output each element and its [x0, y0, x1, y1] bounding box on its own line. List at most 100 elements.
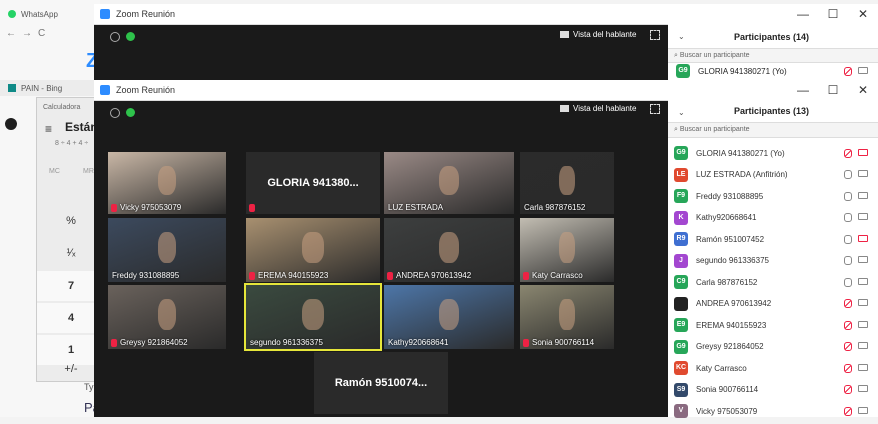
video-tile[interactable]: GLORIA 941380... [246, 152, 380, 214]
tile-name-label: EREMA 940155923 [258, 271, 329, 280]
hamburger-icon[interactable]: ≡ [45, 122, 52, 136]
participant-name: Freddy 931088895 [696, 191, 764, 201]
camera-icon[interactable] [858, 385, 868, 392]
security-shield-icon[interactable] [126, 32, 135, 41]
collapse-chevron-icon[interactable]: ⌄ [678, 108, 685, 117]
search-placeholder: Buscar un participante [679, 126, 750, 133]
mic-muted-icon[interactable] [844, 299, 852, 308]
row-icons [844, 191, 868, 201]
mic-muted-icon[interactable] [844, 363, 852, 373]
camera-icon[interactable] [858, 213, 868, 220]
camera-icon[interactable] [858, 320, 868, 328]
maximize-button[interactable]: ☐ [818, 80, 848, 100]
tab-whatsapp[interactable]: WhatsApp [0, 6, 100, 22]
zoom-back-title: Zoom Reunión [116, 9, 176, 19]
video-tile[interactable]: ANDREA 970613942 [384, 218, 514, 282]
fullscreen-icon[interactable] [650, 30, 660, 40]
avatar: E9 [674, 318, 688, 332]
video-tile[interactable]: Greysy 921864052 [108, 285, 226, 349]
mic-icon[interactable] [844, 213, 852, 222]
participants-title: Participantes (13) [734, 106, 810, 116]
mic-muted-icon[interactable] [844, 342, 852, 351]
camera-icon[interactable] [858, 170, 868, 177]
camera-icon[interactable] [858, 256, 868, 263]
video-tile[interactable]: Kathy920668641 [384, 285, 514, 349]
avatar: LE [674, 167, 688, 182]
mic-muted-icon[interactable] [844, 406, 852, 416]
mic-icon[interactable] [844, 256, 852, 265]
tab-whatsapp-label: WhatsApp [21, 9, 58, 19]
participants-title-back: Participantes (14) [734, 32, 810, 42]
camera-off-icon[interactable] [858, 148, 868, 156]
mic-muted-icon [523, 339, 529, 347]
camera-icon[interactable] [858, 191, 868, 199]
mic-icon[interactable] [844, 191, 852, 201]
search-field-back[interactable]: ⌕ Buscar un participante [668, 48, 878, 63]
camera-icon[interactable] [858, 66, 868, 74]
row-icons [844, 256, 868, 265]
memory-clear-button[interactable]: MC [49, 168, 60, 175]
person-silhouette [559, 232, 575, 263]
calculator-window: Calculadora ≡ Están 8 ÷ 4 + 4 ÷ MC MR % … [36, 97, 105, 382]
avatar: J [674, 253, 688, 268]
row-icons [844, 363, 868, 373]
minimize-button[interactable]: — [788, 4, 818, 24]
video-tile[interactable]: Sonia 900766114 [520, 285, 614, 349]
zoom-window-back: Zoom Reunión — ☐ ✕ Vista del hablante ⌄ … [94, 4, 878, 80]
video-tile[interactable]: Vicky 975053079 [108, 152, 226, 214]
video-tile[interactable]: segundo 961336375 [244, 283, 382, 351]
memory-recall-button[interactable]: MR [83, 168, 94, 175]
row-icons [844, 277, 868, 287]
search-icon: ⌕ [674, 126, 678, 133]
calculator-title: Calculadora [43, 104, 81, 111]
close-button[interactable]: ✕ [848, 80, 878, 100]
speaker-view-button[interactable]: Vista del hablante [560, 30, 636, 39]
grid-icon [560, 31, 569, 38]
camera-off-icon[interactable] [858, 234, 868, 242]
video-tile[interactable]: Ramón 9510074... [314, 352, 448, 414]
avatar: V [674, 404, 688, 418]
info-icon[interactable] [110, 32, 120, 42]
camera-icon[interactable] [858, 406, 868, 414]
camera-icon[interactable] [858, 342, 868, 349]
calculator-mode: Están [65, 120, 98, 134]
participant-name: GLORIA 941380271 (Yo) [696, 148, 785, 158]
forward-arrow-icon[interactable]: → [22, 28, 38, 39]
video-tile[interactable]: EREMA 940155923 [246, 218, 380, 282]
avatar: G9 [676, 64, 690, 78]
mic-muted-icon[interactable] [844, 320, 852, 330]
row-icons [844, 299, 868, 308]
participants-panel-back: ⌄ Participantes (14) ⌕ Buscar un partici… [668, 24, 878, 80]
avatar: F9 [674, 189, 688, 203]
mic-muted-icon[interactable] [844, 66, 852, 76]
mic-muted-icon [249, 272, 255, 280]
avatar: R9 [674, 232, 688, 246]
tab-bing[interactable]: PAIN - Bing [0, 80, 100, 96]
mic-icon[interactable] [844, 170, 852, 179]
participant-name: segundo 961336375 [696, 256, 769, 265]
mic-muted-icon[interactable] [844, 148, 852, 158]
camera-icon[interactable] [858, 363, 868, 371]
mic-muted-icon[interactable] [844, 385, 852, 394]
participant-row-back[interactable]: G9 GLORIA 941380271 (Yo) [668, 64, 878, 78]
mic-icon[interactable] [844, 234, 852, 244]
minimize-button[interactable]: — [788, 80, 818, 100]
camera-icon[interactable] [858, 299, 868, 306]
maximize-button[interactable]: ☐ [818, 4, 848, 24]
video-tile[interactable]: Freddy 931088895 [108, 218, 226, 282]
close-button[interactable]: ✕ [848, 4, 878, 24]
video-tile[interactable]: Katy Carrasco [520, 218, 614, 282]
reload-icon[interactable]: C [38, 28, 51, 39]
mic-muted-icon [111, 339, 117, 347]
mic-icon[interactable] [844, 277, 852, 287]
camera-icon[interactable] [858, 277, 868, 285]
participant-name: ANDREA 970613942 [696, 299, 772, 308]
video-tile[interactable]: Carla 987876152 [520, 152, 614, 214]
participant-row[interactable]: V Vicky 975053079 [668, 398, 878, 424]
participant-name: Kathy920668641 [696, 213, 757, 222]
search-field[interactable]: ⌕ Buscar un participante [668, 122, 878, 138]
video-tile[interactable]: LUZ ESTRADA [384, 152, 514, 214]
participant-name: EREMA 940155923 [696, 320, 767, 330]
back-arrow-icon[interactable]: ← [6, 28, 22, 39]
collapse-chevron-icon[interactable]: ⌄ [678, 32, 685, 41]
